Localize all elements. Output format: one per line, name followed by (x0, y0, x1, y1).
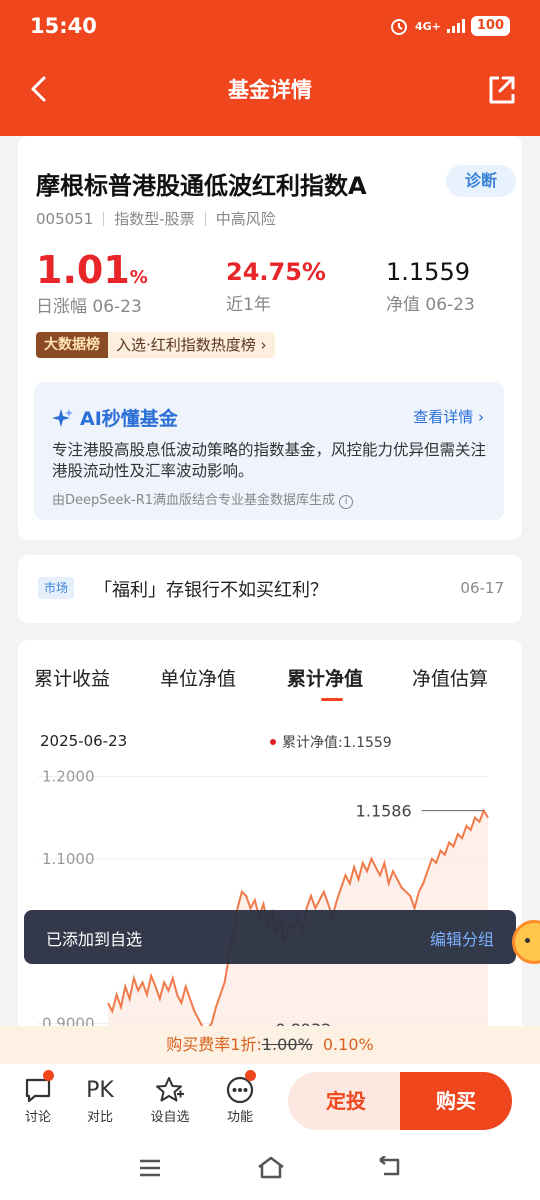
notification-dot (43, 1070, 54, 1081)
ai-title: AI秒懂基金 (52, 404, 178, 431)
notification-dot (245, 1070, 256, 1081)
year-return-value: 24.75% (226, 258, 326, 286)
tab-cumulative-return[interactable]: 累计收益 (34, 664, 110, 691)
rank-text: 入选·红利指数热度榜 › (108, 332, 275, 358)
news-card[interactable]: 市场 「福利」存银行不如买红利？ 06-17 (18, 555, 522, 623)
star-add-icon (156, 1077, 184, 1102)
ai-summary-box[interactable]: AI秒懂基金 查看详情 › 专注港股高股息低波动策略的指数基金，风控能力优异但需… (34, 382, 504, 520)
chart-date: 2025-06-23 (40, 732, 128, 750)
tab-unit-nav[interactable]: 单位净值 (160, 664, 236, 691)
page-title: 基金详情 (228, 78, 312, 102)
sip-button[interactable]: 定投 (288, 1072, 404, 1130)
y-tick-label: 1.2000 (42, 767, 95, 785)
tab-cumulative-nav[interactable]: 累计净值 (287, 664, 363, 691)
nav-add-watchlist[interactable]: 设自选 (142, 1074, 198, 1125)
tab-nav-estimate[interactable]: 净值估算 (412, 664, 488, 691)
signal-icon (446, 19, 465, 33)
nav-value: 1.1559 (386, 258, 470, 286)
y-tick-label: 1.1000 (42, 850, 95, 868)
ai-footer: 由DeepSeek-R1满血版结合专业基金数据库生成 i (52, 489, 354, 509)
nav-line-chart[interactable]: 1.20001.10000.90001.15860.8932 (18, 760, 522, 1040)
active-tab-underline (321, 698, 343, 701)
daily-change-label: 日涨幅 06-23 (36, 297, 142, 317)
menu-icon[interactable] (138, 1158, 162, 1178)
toast-notification: 已添加到自选 编辑分组 (24, 910, 516, 964)
toast-message: 已添加到自选 (46, 930, 143, 949)
chart-legend: 累计净值:1.1559 (270, 732, 392, 752)
discount-fee: 0.10% (322, 1035, 374, 1054)
original-fee: 1.00% (261, 1035, 313, 1054)
chart-card: 累计收益 单位净值 累计净值 净值估算 2025-06-23 累计净值:1.15… (18, 640, 522, 1040)
fee-bar: 购买费率1折:1.00% 0.10% (0, 1026, 540, 1064)
daily-change-value: 1.01 (36, 248, 130, 292)
fund-type: 指数型-股票 (114, 210, 195, 228)
app-header: 15:40 4G+ 100 基金详情 (0, 0, 540, 136)
alarm-icon (390, 19, 407, 35)
edit-group-button[interactable]: 编辑分组 (430, 926, 494, 950)
ai-more-link[interactable]: 查看详情 › (413, 406, 484, 427)
status-icons: 4G+ 100 (389, 16, 510, 36)
pk-icon: PK (86, 1077, 114, 1103)
fund-name: 摩根标普港股通低波红利指数A (36, 172, 367, 200)
fund-meta: 005051 指数型-股票 中高风险 (36, 208, 276, 229)
buy-button[interactable]: 购买 (400, 1072, 512, 1130)
nav-compare[interactable]: PK 对比 (72, 1074, 128, 1126)
nav-functions[interactable]: 功能 (212, 1070, 268, 1125)
daily-change-stat: 1.01% 日涨幅 06-23 (36, 248, 148, 317)
diagnose-button[interactable]: 诊断 (446, 165, 516, 197)
fund-info-card: 摩根标普港股通低波红利指数A 诊断 005051 指数型-股票 中高风险 1.0… (18, 136, 522, 540)
fund-code: 005051 (36, 209, 94, 228)
home-icon[interactable] (256, 1155, 286, 1179)
sparkle-icon (52, 408, 73, 427)
info-icon[interactable]: i (339, 495, 354, 509)
year-return-label: 近1年 (226, 295, 271, 315)
legend-dot (270, 739, 276, 745)
rank-tag: 大数据榜 (36, 332, 108, 358)
fund-risk: 中高风险 (215, 210, 276, 228)
battery-indicator: 100 (470, 16, 510, 36)
share-button[interactable] (484, 70, 518, 108)
divider (204, 211, 206, 226)
news-date: 06-17 (460, 579, 504, 597)
news-tag: 市场 (38, 577, 75, 599)
nav-stat: 1.1559 净值 06-23 (386, 258, 475, 315)
system-nav-bar (0, 1138, 540, 1200)
bottom-action-bar: 讨论 PK 对比 设自选 功能 定投 购买 (0, 1064, 540, 1138)
daily-change-unit: % (129, 267, 148, 288)
year-return-stat: 24.75% 近1年 (226, 258, 326, 315)
rank-badge[interactable]: 大数据榜 入选·红利指数热度榜 › (36, 332, 275, 358)
mascot-icon[interactable] (512, 920, 540, 968)
nav-discussion[interactable]: 讨论 (10, 1070, 66, 1125)
news-title: 「福利」存银行不如买红利？ (94, 580, 328, 601)
back-nav-icon[interactable] (376, 1156, 404, 1178)
nav-label: 净值 06-23 (386, 295, 475, 315)
network-label: 4G+ (414, 19, 441, 33)
max-annotation-label: 1.1586 (356, 802, 412, 821)
status-time: 15:40 (30, 14, 97, 38)
ai-body: 专注港股高股息低波动策略的指数基金，风控能力优异但需关注港股流动性及汇率波动影响… (52, 441, 487, 480)
divider (103, 211, 105, 226)
